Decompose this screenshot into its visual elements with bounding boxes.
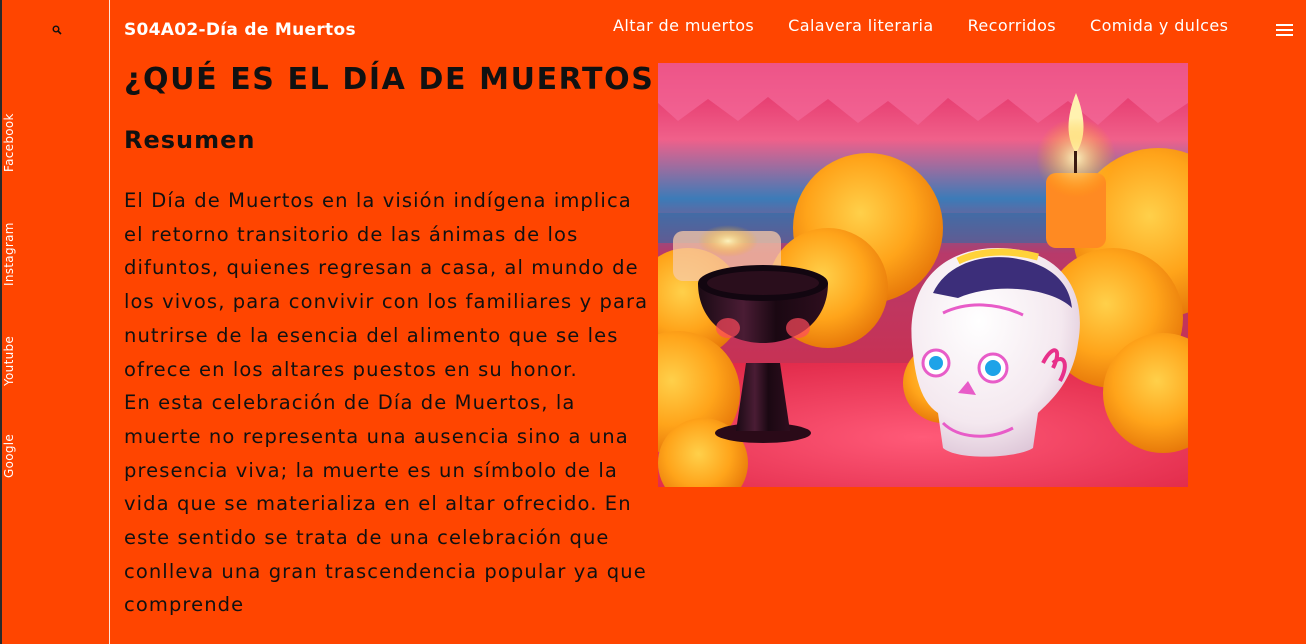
section-heading: Resumen [124, 126, 256, 154]
article-body: El Día de Muertos en la visión indígena … [124, 184, 649, 622]
nav-item-comida-y-dulces[interactable]: Comida y dulces [1073, 15, 1245, 37]
page-title: ¿QUÉ ES EL DÍA DE MUERTOS ? [124, 62, 686, 97]
page: Facebook Instagram Youtube Google S04A02… [0, 0, 1306, 644]
social-link-label: Youtube [2, 335, 16, 386]
search-button[interactable] [49, 22, 65, 38]
social-link-label: Instagram [2, 222, 16, 286]
social-link-label: Facebook [2, 113, 16, 172]
sugar-skull-altar-image [658, 63, 1188, 487]
social-link-youtube[interactable]: Youtube [2, 336, 22, 400]
site-title[interactable]: S04A02-Día de Muertos [124, 20, 356, 40]
article-paragraph: En esta celebración de Día de Muertos, l… [124, 391, 647, 617]
sidebar: Facebook Instagram Youtube Google [2, 0, 110, 644]
social-link-facebook[interactable]: Facebook [2, 113, 22, 186]
nav-item-altar-de-muertos[interactable]: Altar de muertos [596, 15, 771, 37]
social-link-label: Google [2, 433, 16, 478]
top-nav: Altar de muertos Calavera literaria Reco… [596, 15, 1245, 37]
social-link-google[interactable]: Google [2, 434, 22, 492]
hamburger-menu-button[interactable] [1275, 22, 1295, 38]
hero-image [658, 63, 1188, 487]
article-paragraph: El Día de Muertos en la visión indígena … [124, 189, 649, 381]
nav-item-recorridos[interactable]: Recorridos [951, 15, 1073, 37]
social-link-instagram[interactable]: Instagram [2, 222, 22, 300]
search-icon [52, 25, 62, 35]
nav-item-calavera-literaria[interactable]: Calavera literaria [771, 15, 950, 37]
